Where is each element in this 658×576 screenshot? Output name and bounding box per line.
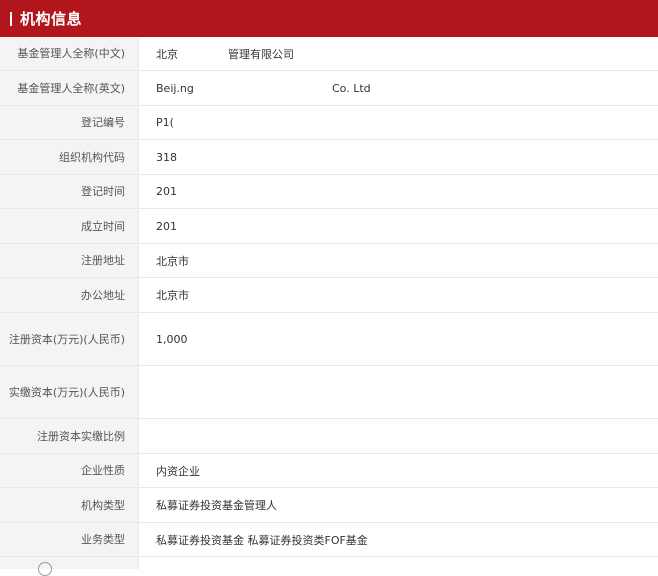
row-label: 机构类型 xyxy=(0,488,139,522)
table-row: 实缴资本(万元)(人民币) xyxy=(0,366,658,419)
table-row: 业务类型 私募证券投资基金 私募证券投资类FOF基金 xyxy=(0,523,658,557)
row-value: 201 xyxy=(156,219,177,233)
header-accent-bar xyxy=(10,11,12,26)
row-value: P1( xyxy=(156,116,174,129)
table-row: 基金管理人全称(英文) Beij.ng Co. Ltd xyxy=(0,71,658,106)
row-label: 登记时间 xyxy=(0,175,139,208)
row-label: 注册资本实缴比例 xyxy=(0,419,139,453)
row-value: 私募证券投资基金管理人 xyxy=(156,499,277,512)
row-label: 注册地址 xyxy=(0,244,139,277)
manager-name-en-part2: Co. Ltd xyxy=(332,81,371,95)
table-row: 注册地址 北京市 xyxy=(0,244,658,278)
circle-icon xyxy=(38,562,52,576)
row-value: 北京市 xyxy=(156,289,189,302)
table-row: 企业性质 内资企业 xyxy=(0,454,658,488)
row-value xyxy=(139,557,658,569)
row-value: 北京 管理有限公司 xyxy=(139,37,658,70)
row-label: 实缴资本(万元)(人民币) xyxy=(0,366,139,418)
row-label: 注册资本(万元)(人民币) xyxy=(0,313,139,365)
row-label xyxy=(0,557,139,576)
manager-name-cn-part2: 管理有限公司 xyxy=(228,47,294,61)
table-row: 组织机构代码 318 xyxy=(0,140,658,175)
row-label: 办公地址 xyxy=(0,278,139,312)
table-row: 注册资本(万元)(人民币) 1,000 xyxy=(0,313,658,366)
row-value: 1,000 xyxy=(156,332,188,346)
row-label: 组织机构代码 xyxy=(0,140,139,174)
institution-info-table: 基金管理人全称(中文) 北京 管理有限公司 基金管理人全称(英文) Beij.n… xyxy=(0,37,658,576)
section-title: 机构信息 xyxy=(20,10,83,28)
table-row: 登记时间 201 xyxy=(0,175,658,209)
manager-name-en-part1: Beij.ng xyxy=(156,81,194,95)
table-row: 成立时间 201 xyxy=(0,209,658,244)
table-row-partial xyxy=(0,557,658,576)
row-value xyxy=(139,366,658,418)
row-value: 私募证券投资基金 私募证券投资类FOF基金 xyxy=(156,533,368,547)
table-row: 基金管理人全称(中文) 北京 管理有限公司 xyxy=(0,37,658,71)
row-value: Beij.ng Co. Ltd xyxy=(139,71,658,105)
manager-name-cn-part1: 北京 xyxy=(156,47,178,61)
row-value: 201 xyxy=(156,185,177,198)
row-label: 成立时间 xyxy=(0,209,139,243)
row-label: 基金管理人全称(英文) xyxy=(0,71,139,105)
table-row: 机构类型 私募证券投资基金管理人 xyxy=(0,488,658,523)
row-value: 318 xyxy=(156,150,177,164)
row-value: 内资企业 xyxy=(156,464,200,478)
row-value: 北京市 xyxy=(156,254,189,268)
table-row: 办公地址 北京市 xyxy=(0,278,658,313)
row-label: 基金管理人全称(中文) xyxy=(0,37,139,70)
table-row: 登记编号 P1( xyxy=(0,106,658,140)
row-value xyxy=(139,419,658,453)
section-header: 机构信息 xyxy=(0,0,658,37)
row-label: 业务类型 xyxy=(0,523,139,556)
row-label: 企业性质 xyxy=(0,454,139,487)
row-label: 登记编号 xyxy=(0,106,139,139)
table-row: 注册资本实缴比例 xyxy=(0,419,658,454)
